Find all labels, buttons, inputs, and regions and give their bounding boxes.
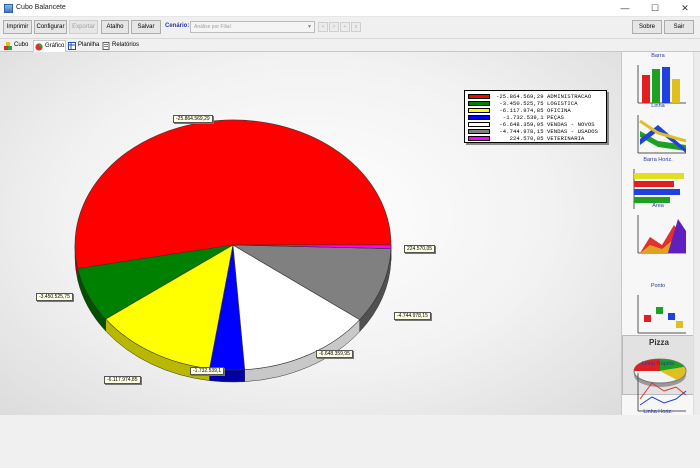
gallery-item-ponto[interactable]: Ponto (622, 282, 694, 342)
gallery-scrollbar[interactable] (693, 52, 700, 415)
chevron-down-icon: ▼ (307, 22, 312, 32)
scenario-select[interactable]: Análise por Filial ▼ (190, 21, 315, 33)
legend-swatch (468, 129, 490, 134)
chart-icon (35, 43, 43, 51)
gallery-item-area[interactable]: Área (622, 202, 694, 262)
print-button[interactable]: Imprimir (3, 20, 32, 34)
scenario-prev-button[interactable]: < (318, 22, 328, 32)
legend-swatch (468, 101, 490, 106)
tab-relatorios[interactable]: Relatórios (101, 40, 141, 52)
chart-legend: -25.864.569,29 ADMINISTRACAO -3.450.525,… (464, 90, 607, 143)
legend-text: -25.864.569,29 ADMINISTRACAO (496, 93, 591, 100)
line-chart-icon (628, 111, 690, 159)
legend-swatch (468, 94, 490, 99)
tab-cubo[interactable]: Cubo (3, 40, 33, 52)
data-label-vendas-usados: -4.744.978,15 (394, 312, 431, 320)
data-label-pecas: -1.732.539,1 (190, 367, 224, 375)
exit-button[interactable]: Sair (664, 20, 694, 34)
export-button[interactable]: Exportar (69, 20, 98, 34)
minimize-button[interactable]: — (610, 0, 640, 17)
data-label-oficina: -6.117.974,85 (104, 376, 141, 384)
title-bar: Cubo Balancete — ☐ ✕ (0, 0, 700, 17)
data-label-administracao: -25.864.569,29 (173, 115, 213, 123)
legend-text: -6.117.974,85 OFICINA (496, 107, 571, 114)
tab-planilha[interactable]: Planilha (67, 40, 100, 52)
tab-grafico[interactable]: Gráfico (33, 40, 66, 52)
data-label-logistica: -3.450.525,75 (36, 293, 73, 301)
gallery-item-linha-horiz[interactable]: Linha Horiz. (622, 408, 694, 468)
area-chart-icon (628, 211, 690, 259)
legend-entry: 224.570,05 VETERINARIA (468, 136, 606, 142)
report-icon (102, 42, 110, 50)
scenario-label: Cenário: (165, 23, 189, 29)
legend-text: -3.450.525,75 LOGISTICA (496, 100, 578, 107)
tab-label: Cubo (14, 42, 28, 48)
legend-swatch (468, 108, 490, 113)
window-title: Cubo Balancete (16, 4, 66, 11)
maximize-button[interactable]: ☐ (640, 0, 670, 17)
scenario-add-button[interactable]: + (340, 22, 350, 32)
legend-text: -4.744.978,15 VENDAS - USADOS (496, 128, 598, 135)
chart-gallery: Barra Linha Barra Horiz. Área Ponto (621, 52, 700, 415)
point-chart-icon (628, 291, 690, 339)
data-label-veterinaria: 224.570,05 (404, 245, 435, 253)
scenario-delete-button[interactable]: x (351, 22, 361, 32)
gallery-item-linha[interactable]: Linha (622, 102, 694, 162)
toolbar: Imprimir Configurar Exportar Atalho Salv… (0, 17, 700, 39)
spreadsheet-icon (68, 42, 76, 50)
legend-swatch (468, 136, 490, 141)
tab-bar: Cubo Gráfico Planilha Relatórios (0, 39, 700, 52)
legend-swatch (468, 115, 490, 120)
cube-icon (4, 42, 12, 50)
chart-area: -25.864.569,29 ADMINISTRACAO -3.450.525,… (0, 52, 621, 415)
configure-button[interactable]: Configurar (34, 20, 67, 34)
shortcut-button[interactable]: Atalho (101, 20, 129, 34)
legend-text: -1.732.539,1 PEÇAS (496, 114, 564, 121)
about-button[interactable]: Sobre (632, 20, 662, 34)
tab-label: Relatórios (112, 42, 139, 48)
legend-text: -6.648.359,95 VENDAS - NOVOS (496, 121, 595, 128)
legend-swatch (468, 122, 490, 127)
scenario-value: Análise por Filial (194, 24, 231, 30)
app-icon (4, 4, 13, 13)
tab-label: Gráfico (45, 43, 64, 49)
legend-text: 224.570,05 VETERINARIA (496, 135, 584, 142)
save-button[interactable]: Salvar (131, 20, 161, 34)
scenario-next-button[interactable]: > (329, 22, 339, 32)
data-label-vendas-novos: -6.648.359,95 (316, 350, 353, 358)
close-button[interactable]: ✕ (670, 0, 700, 17)
tab-label: Planilha (78, 42, 99, 48)
